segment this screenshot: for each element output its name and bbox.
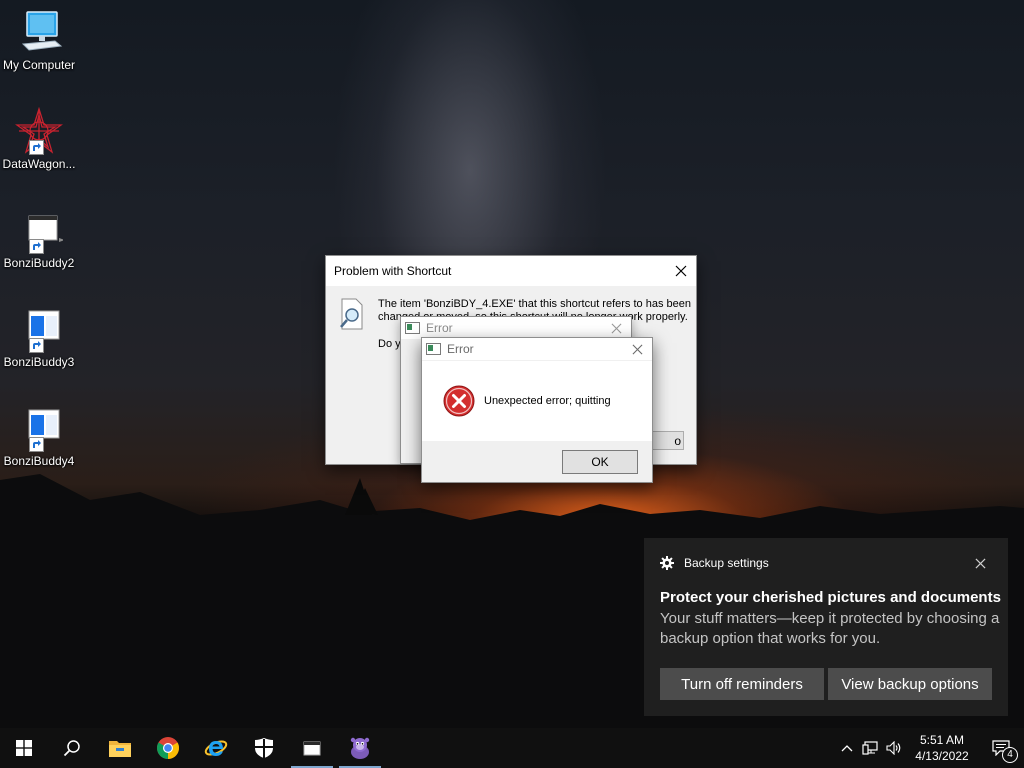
close-icon (675, 265, 687, 277)
application-window-icon (405, 322, 420, 334)
volume-button[interactable] (882, 728, 906, 768)
error-dialog-close-button[interactable] (622, 338, 652, 360)
toast-title: Protect your cherished pictures and docu… (660, 589, 1001, 606)
desktop-icon-label: BonziBuddy2 (3, 256, 75, 270)
view-backup-options-label: View backup options (841, 675, 979, 693)
error-dialog-titlebar[interactable]: Error (422, 338, 652, 360)
shortcut-dialog-titlebar[interactable]: Problem with Shortcut (326, 256, 696, 286)
gear-icon (660, 556, 674, 573)
datawagon-star-icon (14, 106, 64, 155)
chrome-icon (157, 737, 179, 759)
backup-toast-notification[interactable]: Backup settings Protect your cherished p… (644, 538, 1008, 716)
shortcut-dialog-button-label: o (674, 433, 681, 448)
toast-body: Your stuff matters—keep it protected by … (660, 610, 1000, 647)
desktop-icon-label: DataWagon... (2, 157, 76, 171)
desktop-icon-bonzibuddy2[interactable]: BonziBuddy2 (0, 206, 78, 270)
error-dialog-body: Unexpected error; quitting (422, 361, 652, 441)
search-button[interactable] (48, 728, 96, 768)
chevron-up-icon (841, 745, 853, 752)
file-explorer-icon (109, 741, 131, 757)
taskbar-internet-explorer[interactable] (192, 728, 240, 768)
turn-off-reminders-button[interactable]: Turn off reminders (660, 668, 824, 700)
close-icon (611, 323, 621, 333)
shortcut-arrow-icon (29, 239, 44, 254)
clock-date: 4/13/2022 (915, 749, 969, 763)
desktop-icon-label: BonziBuddy3 (3, 355, 75, 369)
action-center-button[interactable]: 4 (978, 728, 1024, 768)
error-dialog-inactive-title: Error (426, 321, 453, 335)
application-window-icon (15, 305, 63, 353)
ok-button-label: OK (591, 455, 609, 469)
turn-off-reminders-label: Turn off reminders (681, 675, 803, 693)
shortcut-arrow-icon (29, 437, 44, 452)
shortcut-arrow-icon (29, 338, 44, 353)
view-backup-options-button[interactable]: View backup options (828, 668, 992, 700)
start-icon (16, 740, 32, 756)
application-window-icon (15, 206, 65, 254)
search-document-icon (338, 298, 366, 333)
taskbar: 5:51 AM 4/13/2022 4 (0, 728, 1024, 768)
network-button[interactable] (858, 728, 882, 768)
toast-close-button[interactable] (970, 553, 990, 573)
close-icon (974, 557, 986, 569)
internet-explorer-icon (204, 740, 228, 756)
shortcut-arrow-icon (29, 140, 44, 155)
computer-icon (15, 8, 63, 56)
network-icon (862, 741, 878, 755)
notification-count-badge: 4 (1002, 747, 1018, 763)
shortcut-message-line1: The item 'BonziBDY_4.EXE' that this shor… (378, 298, 691, 310)
application-window-icon (426, 343, 441, 355)
taskbar-bonzibuddy[interactable] (336, 728, 384, 768)
error-message: Unexpected error; quitting (484, 395, 611, 407)
error-dialog-title: Error (447, 342, 474, 356)
shortcut-dialog-close-button[interactable] (666, 256, 696, 286)
taskbar-file-explorer[interactable] (96, 728, 144, 768)
ok-button[interactable]: OK (562, 450, 638, 474)
desktop-icon-label: My Computer (2, 58, 76, 72)
desktop-icon-bonzibuddy4[interactable]: BonziBuddy4 (0, 404, 78, 468)
clock-time: 5:51 AM (919, 733, 965, 747)
taskbar-chrome[interactable] (144, 728, 192, 768)
volume-icon (886, 741, 901, 755)
show-hidden-icons-button[interactable] (836, 728, 858, 768)
close-icon (632, 344, 642, 354)
taskbar-windows-security[interactable] (240, 728, 288, 768)
bonzibuddy-icon (350, 737, 370, 759)
application-window-icon (15, 404, 63, 452)
desktop-icon-datawagon[interactable]: DataWagon... (0, 106, 78, 171)
security-shield-icon (255, 738, 273, 758)
error-dialog: Error Unexpected error; quitting OK (421, 337, 653, 483)
taskbar-running-app[interactable] (288, 728, 336, 768)
error-dialog-inactive-titlebar[interactable]: Error (401, 317, 631, 339)
system-tray: 5:51 AM 4/13/2022 4 (836, 728, 1024, 768)
shortcut-question-text: Do y (378, 338, 401, 350)
clock-button[interactable]: 5:51 AM 4/13/2022 (906, 728, 978, 768)
start-button[interactable] (0, 728, 48, 768)
desktop-icon-my-computer[interactable]: My Computer (0, 8, 78, 72)
application-window-icon (303, 741, 321, 756)
desktop-icon-label: BonziBuddy4 (3, 454, 75, 468)
shortcut-dialog-title: Problem with Shortcut (334, 264, 452, 278)
error-icon (443, 385, 475, 420)
toast-app-name: Backup settings (684, 556, 769, 570)
desktop-icon-bonzibuddy3[interactable]: BonziBuddy3 (0, 305, 78, 369)
search-icon (63, 740, 80, 757)
error-dialog-inactive-close-button[interactable] (601, 317, 631, 339)
